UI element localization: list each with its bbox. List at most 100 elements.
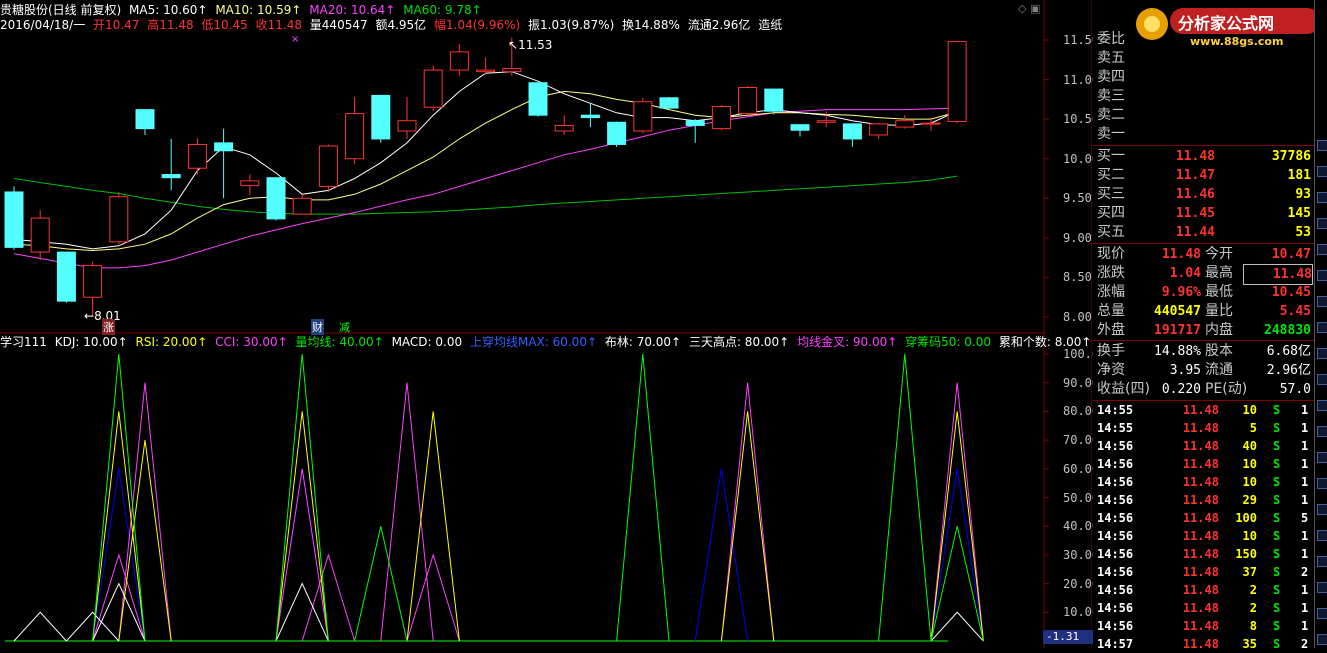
tick-row[interactable]: 14:56 11.48 2 S 1: [1093, 599, 1314, 617]
tick-volume: 35: [1242, 637, 1257, 651]
toolbar-button[interactable]: [1317, 452, 1327, 463]
candle-body: [528, 82, 548, 116]
toolbar-button[interactable]: [1317, 530, 1327, 541]
shangchuan-label: 上穿均线MAX: 60.00↑: [469, 335, 598, 349]
candle-body: [240, 180, 260, 187]
tick-volume: 8: [1249, 619, 1257, 633]
tick-row[interactable]: 14:55 11.48 10 S 1: [1093, 401, 1314, 419]
tick-time: 14:56: [1097, 457, 1134, 471]
tick-volume: 40: [1242, 439, 1257, 453]
quote-label: 总量: [1097, 303, 1125, 319]
toolbar-button[interactable]: [1317, 218, 1327, 229]
candle-body: [607, 121, 627, 145]
bid-row[interactable]: 买二 11.47 181: [1093, 166, 1314, 185]
tick-row[interactable]: 14:56 11.48 29 S 1: [1093, 491, 1314, 509]
tick-time: 14:56: [1097, 439, 1134, 453]
tick-row[interactable]: 14:56 11.48 100 S 5: [1093, 509, 1314, 527]
price-axis-label: 8.00: [1063, 310, 1092, 324]
tick-price: 11.48: [1182, 601, 1219, 615]
toolbar-button[interactable]: [1317, 634, 1327, 645]
stock-title: 贵糖股份(日线 前复权): [0, 3, 122, 17]
ask-row[interactable]: 卖一: [1093, 125, 1314, 144]
quote-label: 涨幅: [1097, 284, 1125, 300]
weibi-label: 委比: [1097, 31, 1125, 47]
quote-value: 10.45: [1271, 285, 1311, 300]
tick-row[interactable]: 14:56 11.48 10 S 1: [1093, 473, 1314, 491]
quote-row: 现价 11.48 今开 10.47: [1093, 245, 1314, 264]
tick-volume: 10: [1242, 475, 1257, 489]
quote-label: 量比: [1205, 303, 1233, 319]
tick-price: 11.48: [1182, 403, 1219, 417]
tick-row[interactable]: 14:55 11.48 5 S 1: [1093, 419, 1314, 437]
toolbar-button[interactable]: [1317, 400, 1327, 411]
quote-label: 涨跌: [1097, 265, 1125, 281]
tick-side: S: [1273, 601, 1281, 615]
tick-side: S: [1273, 403, 1281, 417]
bid-row[interactable]: 买五 11.44 53: [1093, 223, 1314, 242]
tick-row[interactable]: 14:56 11.48 37 S 2: [1093, 563, 1314, 581]
kline-chart-svg[interactable]: [0, 0, 1092, 648]
ask-label: 卖五: [1097, 50, 1125, 66]
toolbar-button[interactable]: [1317, 374, 1327, 385]
toolbar-button[interactable]: [1317, 582, 1327, 593]
ask-row[interactable]: 卖五: [1093, 49, 1314, 68]
divider: [1093, 145, 1314, 146]
tick-row[interactable]: 14:56 11.48 40 S 1: [1093, 437, 1314, 455]
toolbar-button[interactable]: [1317, 322, 1327, 333]
ask-row[interactable]: 卖三: [1093, 87, 1314, 106]
quote-label: 最低: [1205, 284, 1233, 300]
tick-time: 14:57: [1097, 637, 1134, 651]
tick-price: 11.48: [1182, 475, 1219, 489]
toolbar-button[interactable]: [1317, 166, 1327, 177]
logo-title: 分析家公式网: [1178, 14, 1275, 33]
ask-row[interactable]: 卖二: [1093, 106, 1314, 125]
vol-signal-line: [92, 353, 984, 642]
cai-tag[interactable]: 财: [311, 319, 324, 335]
tick-row[interactable]: 14:57 11.48 35 S 2: [1093, 635, 1314, 653]
toolbar-button[interactable]: [1317, 426, 1327, 437]
tick-price: 11.48: [1182, 529, 1219, 543]
toolbar-button[interactable]: [1317, 348, 1327, 359]
candle-body: [895, 120, 915, 128]
tick-row[interactable]: 14:56 11.48 10 S 1: [1093, 455, 1314, 473]
candle-body: [30, 217, 50, 253]
tick-row[interactable]: 14:56 11.48 150 S 1: [1093, 545, 1314, 563]
bar-float: 流通2.96亿: [687, 18, 751, 32]
toolbar-button[interactable]: [1317, 556, 1327, 567]
tick-count: 1: [1301, 529, 1309, 543]
bar-high: 高11.48: [147, 18, 194, 32]
tick-row[interactable]: 14:56 11.48 2 S 1: [1093, 581, 1314, 599]
toolbar-button[interactable]: [1317, 244, 1327, 255]
chart-toolbar-icons[interactable]: ◇ ▣: [1018, 2, 1040, 15]
toolbar-button[interactable]: [1317, 608, 1327, 619]
toolbar-button[interactable]: [1317, 192, 1327, 203]
ask-row[interactable]: 卖四: [1093, 68, 1314, 87]
quote-value: 5.45: [1279, 304, 1311, 319]
price-axis-label: 8.50: [1063, 270, 1092, 285]
toolbar-button[interactable]: [1317, 270, 1327, 281]
tick-row[interactable]: 14:56 11.48 10 S 1: [1093, 527, 1314, 545]
tick-count: 1: [1301, 547, 1309, 561]
right-toolbar[interactable]: [1314, 0, 1327, 648]
kline-chart-area[interactable]: 贵糖股份(日线 前复权) MA5: 10.60↑ MA10: 10.59↑ MA…: [0, 0, 1099, 648]
bar-volume: 量440547: [309, 18, 368, 32]
tick-count: 1: [1301, 457, 1309, 471]
bid-volume: 37786: [1271, 149, 1311, 164]
candle-body: [266, 177, 286, 220]
bid-row[interactable]: 买三 11.46 93: [1093, 185, 1314, 204]
bid-price: 11.46: [1175, 187, 1215, 202]
tick-row[interactable]: 14:56 11.48 8 S 1: [1093, 617, 1314, 635]
indicator-name[interactable]: 学习111: [0, 335, 47, 349]
tick-price: 11.48: [1182, 493, 1219, 507]
bid-row[interactable]: 买四 11.45 145: [1093, 204, 1314, 223]
toolbar-button[interactable]: [1317, 140, 1327, 151]
quote-label: 内盘: [1205, 322, 1233, 338]
bid-row[interactable]: 买一 11.48 37786: [1093, 147, 1314, 166]
tick-side: S: [1273, 457, 1281, 471]
zhang-tag[interactable]: 涨: [102, 319, 115, 335]
jian-tag[interactable]: 减: [339, 319, 350, 335]
toolbar-button[interactable]: [1317, 504, 1327, 515]
toolbar-button[interactable]: [1317, 296, 1327, 307]
chouma-label: 穿筹码50: 0.00: [905, 335, 992, 349]
toolbar-button[interactable]: [1317, 478, 1327, 489]
